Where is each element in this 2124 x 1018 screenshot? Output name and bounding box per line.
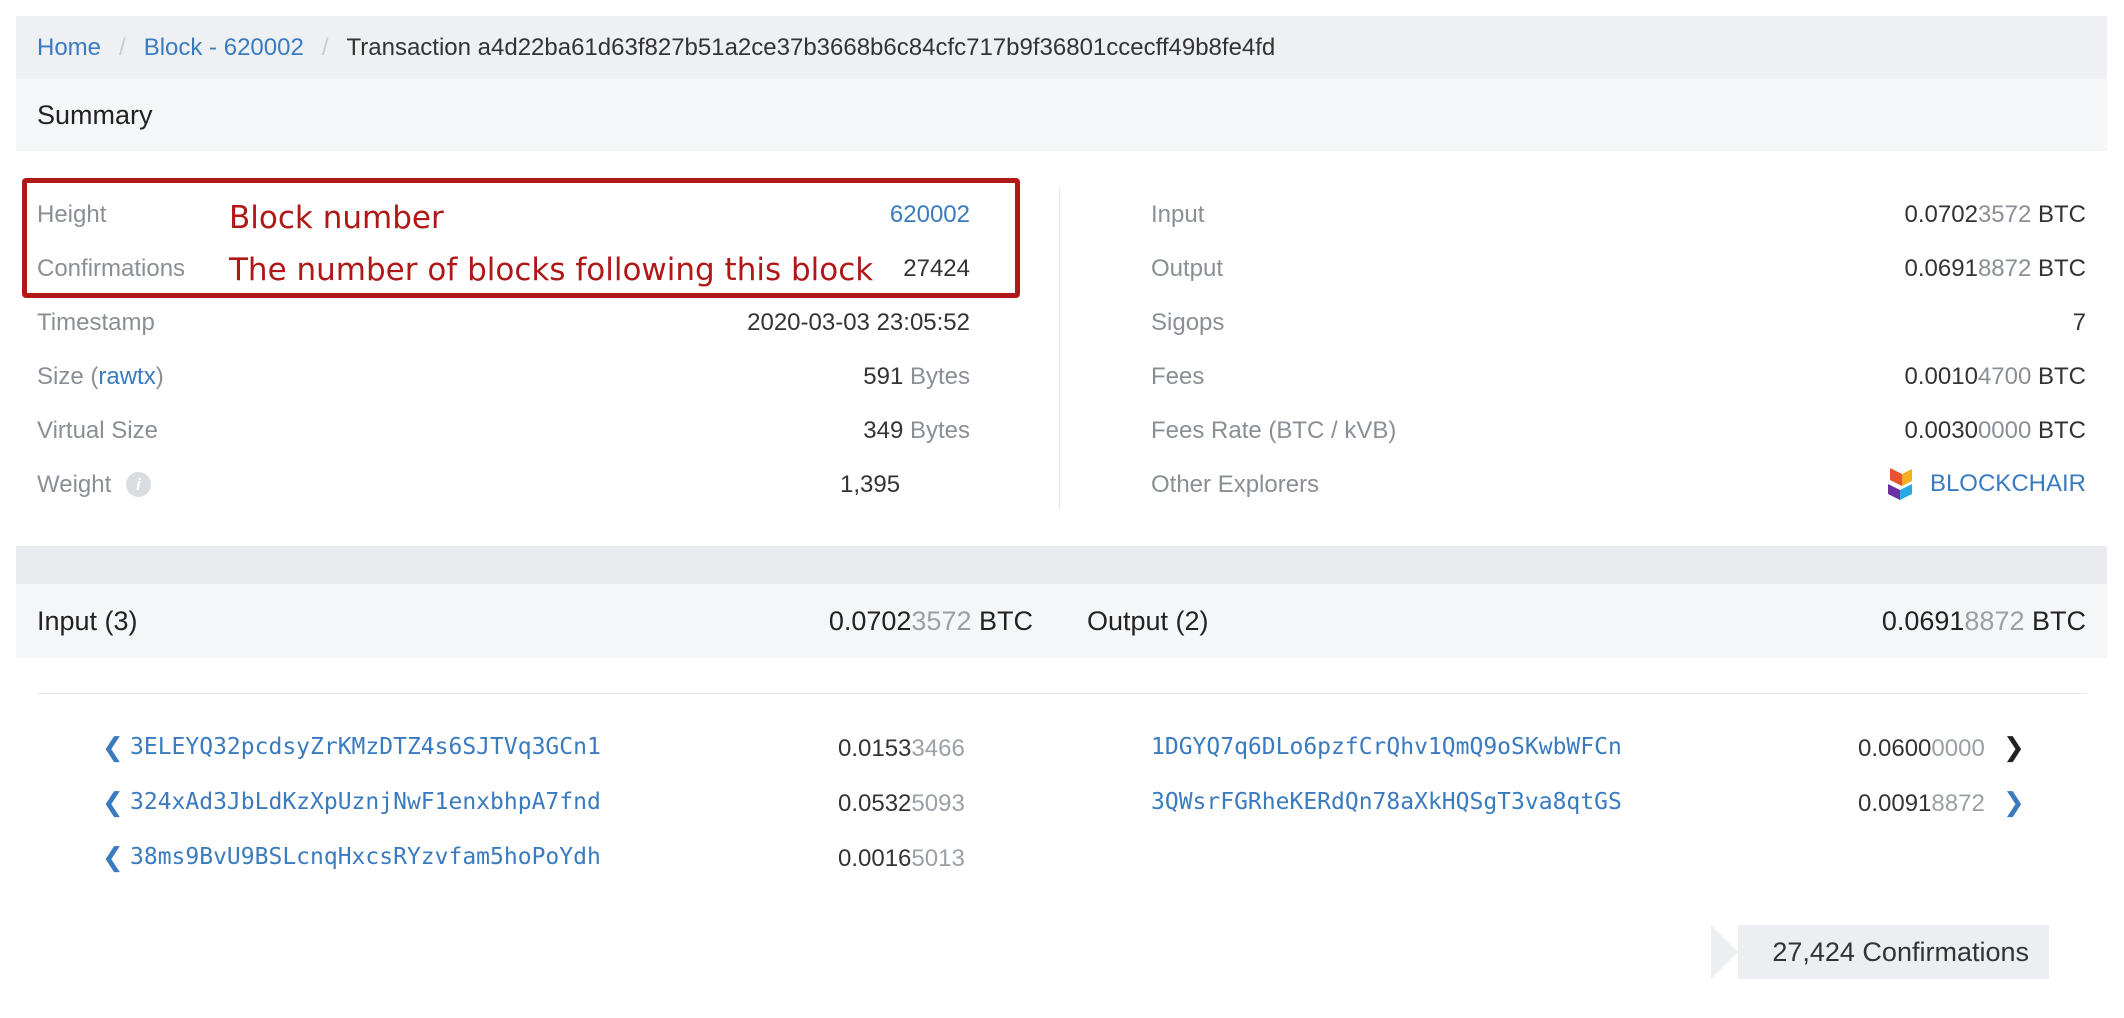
output-section-title: Output (2)	[1087, 606, 1209, 636]
input-label: Input	[1151, 201, 1205, 228]
timestamp-value: 2020-03-03 23:05:52	[747, 309, 970, 336]
badge-notch	[1711, 925, 1738, 979]
size-value: 591 Bytes	[863, 363, 970, 391]
fee-rate-value-strong: 0.0030	[1904, 417, 1978, 444]
amount-strong: 0.0091	[1858, 790, 1932, 817]
other-explorers-label: Other Explorers	[1151, 471, 1320, 498]
summary-header: Summary	[16, 79, 2107, 151]
amount-strong: 0.0016	[838, 845, 912, 872]
breadcrumb-block-link[interactable]: Block - 620002	[144, 34, 304, 62]
chevron-left-icon[interactable]: ❮	[102, 842, 124, 873]
fee-rate-value-light: 0000	[1977, 417, 2032, 444]
btc-unit: BTC	[2038, 417, 2086, 444]
input-value: 0.07023572 BTC	[1905, 201, 2086, 229]
input-address-link[interactable]: 3ELEYQ32pcdsyZrKMzDTZ4s6SJTVq3GCn1	[130, 734, 601, 760]
output-amount: 0.06000000	[1858, 735, 1985, 763]
vsize-label: Virtual Size	[37, 417, 158, 444]
summary-divider	[1059, 188, 1060, 510]
input-total: 0.07023572 BTC	[829, 606, 1033, 637]
breadcrumb-separator: /	[119, 33, 126, 61]
chevron-left-icon[interactable]: ❮	[102, 732, 124, 763]
fee-rate-value: 0.00300000 BTC	[1905, 417, 2086, 445]
input-amount: 0.00165013	[838, 845, 965, 873]
breadcrumb: Home / Block - 620002 / Transaction a4d2…	[16, 16, 2107, 79]
weight-label: Weight	[37, 471, 112, 498]
output-total-light: 8872	[1964, 606, 2025, 636]
output-amount: 0.00918872	[1858, 790, 1985, 818]
output-value: 0.06918872 BTC	[1905, 255, 2086, 283]
input-amount: 0.05325093	[838, 790, 965, 818]
btc-unit: BTC	[979, 606, 1033, 636]
size-unit: Bytes	[909, 363, 970, 390]
size-label-suffix: )	[155, 363, 164, 390]
fees-label: Fees	[1151, 363, 1205, 390]
input-address-link[interactable]: 38ms9BvU9BSLcnqHxcsRYzvfam5hoPoYdh	[130, 844, 601, 870]
vsize-value: 349 Bytes	[863, 417, 970, 445]
breadcrumb-current: Transaction a4d22ba61d63f827b51a2ce37b36…	[346, 33, 1276, 61]
breadcrumb-home-link[interactable]: Home	[37, 34, 101, 62]
io-header	[16, 584, 2107, 658]
blockchair-logo-icon	[1887, 468, 1912, 500]
vsize-number: 349	[863, 417, 904, 444]
timestamp-label: Timestamp	[37, 309, 155, 336]
output-address-link[interactable]: 3QWsrFGRheKERdQn78aXkHQSgT3va8qtGS	[1151, 789, 1622, 815]
input-section-title: Input (3)	[37, 606, 138, 636]
output-total: 0.06918872 BTC	[1882, 606, 2086, 637]
blockchair-label: BLOCKCHAIR	[1929, 470, 2086, 497]
output-total-strong: 0.0691	[1881, 606, 1965, 636]
fees-value-light: 4700	[1977, 363, 2032, 390]
size-label-prefix: Size (	[37, 363, 99, 390]
btc-unit: BTC	[2038, 363, 2086, 390]
amount-strong: 0.0532	[838, 790, 912, 817]
fee-rate-label: Fees Rate (BTC / kVB)	[1151, 417, 1397, 444]
amount-strong: 0.0153	[838, 735, 912, 762]
input-value-strong: 0.0702	[1904, 201, 1978, 228]
breadcrumb-separator: /	[321, 33, 329, 61]
io-divider	[37, 693, 2086, 694]
chevron-left-icon[interactable]: ❮	[102, 787, 124, 818]
amount-light: 5093	[911, 790, 965, 817]
amount-light: 0000	[1931, 735, 1985, 762]
amount-strong: 0.0600	[1858, 735, 1932, 762]
input-value-light: 3572	[1977, 201, 2032, 228]
size-number: 591	[863, 363, 904, 390]
weight-value: 1,395	[840, 471, 901, 498]
output-label: Output	[1151, 255, 1224, 282]
output-value-light: 8872	[1977, 255, 2032, 282]
blockchair-link[interactable]: BLOCKCHAIR	[1886, 466, 2086, 502]
input-amount: 0.01533466	[838, 735, 965, 763]
fees-value: 0.00104700 BTC	[1905, 363, 2086, 391]
output-address-link[interactable]: 1DGYQ7q6DLo6pzfCrQhv1QmQ9oSKwbWFCn	[1151, 734, 1622, 760]
btc-unit: BTC	[2038, 201, 2086, 228]
vsize-unit: Bytes	[909, 417, 970, 444]
output-value-strong: 0.0691	[1904, 255, 1978, 282]
amount-light: 8872	[1931, 790, 1985, 817]
info-icon[interactable]: i	[126, 472, 151, 497]
confirmations-badge-text: 27,424 Confirmations	[1772, 936, 2029, 967]
confirmations-badge: 27,424 Confirmations	[1711, 925, 2049, 979]
input-total-strong: 0.0702	[828, 606, 912, 636]
confirmations-annotation: The number of blocks following this bloc…	[229, 252, 874, 288]
chevron-right-icon[interactable]: ❯	[2003, 787, 2025, 818]
amount-light: 5013	[911, 845, 965, 872]
chevron-right-icon[interactable]: ❯	[2003, 732, 2025, 763]
amount-light: 3466	[911, 735, 965, 762]
btc-unit: BTC	[2032, 606, 2086, 636]
btc-unit: BTC	[2038, 255, 2086, 282]
summary-title: Summary	[37, 99, 153, 130]
section-separator	[16, 546, 2107, 584]
height-annotation: Block number	[229, 200, 444, 236]
rawtx-link[interactable]: rawtx	[98, 363, 155, 390]
input-total-light: 3572	[911, 606, 972, 636]
size-label: Size (rawtx)	[37, 363, 164, 391]
sigops-value: 7	[2072, 309, 2086, 336]
fees-value-strong: 0.0010	[1904, 363, 1978, 390]
input-address-link[interactable]: 324xAd3JbLdKzXpUznjNwF1enxbhpA7fnd	[130, 789, 601, 815]
sigops-label: Sigops	[1151, 309, 1225, 336]
